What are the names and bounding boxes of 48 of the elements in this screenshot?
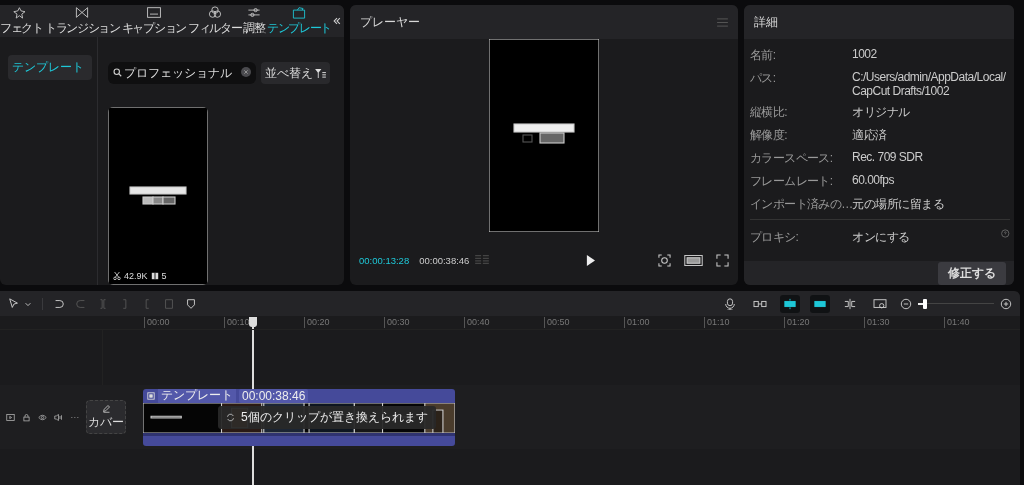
media-tab[interactable]: テンプレート: [265, 5, 333, 37]
usage-count: 42.9K: [124, 271, 148, 281]
ruler-label: 01:30: [864, 317, 944, 328]
search-field[interactable]: プロフェッショナル: [108, 62, 256, 84]
detail-label: 解像度:: [750, 127, 788, 144]
total-time: 00:00:38:46: [419, 254, 470, 266]
sort-button[interactable]: 並べ替え: [261, 62, 330, 84]
ruler-label: 00:50: [544, 317, 624, 328]
ruler-label: 00:20: [304, 317, 384, 328]
ruler-label: 00:30: [384, 317, 464, 328]
detail-value: C:/Users/admin/AppData/Local/ CapCut Drafts/1002: [852, 70, 1007, 98]
detail-value: 1002: [852, 47, 878, 61]
template-clip[interactable]: テンプレート 00:00:38:46 5個のクリップが置き換えられます: [143, 388, 455, 446]
current-time: 00:00:13:28: [359, 254, 410, 266]
sidebar-item[interactable]: テンプレート: [8, 55, 92, 80]
detail-label: 名前:: [750, 47, 777, 64]
detail-value: オンにする: [852, 229, 911, 246]
detail-value: Rec. 709 SDR: [852, 150, 924, 164]
media-tab[interactable]: フィルター: [186, 5, 243, 37]
template-card[interactable]: 42.9K 5: [108, 107, 208, 285]
detail-value: 60.00fps: [852, 173, 896, 187]
ruler-label: 01:10: [704, 317, 784, 328]
detail-label: プロキシ:: [750, 229, 800, 246]
replace-notice: 5個のクリップが置き換えられます: [218, 405, 436, 429]
detail-value: 元の場所に留まる: [852, 196, 945, 213]
ruler-label: 00:40: [464, 317, 544, 328]
modify-button[interactable]: 修正する: [938, 261, 1006, 285]
clip-duration: 00:00:38:46: [239, 388, 309, 403]
media-tab[interactable]: キャプション: [120, 5, 187, 37]
ruler-label: 01:00: [624, 317, 704, 328]
detail-label: 縦横比:: [750, 104, 788, 121]
detail-label: インポート済みの…: [750, 196, 852, 213]
panel-title: プレーヤー: [360, 13, 420, 31]
clip-name: テンプレート: [158, 388, 236, 404]
media-tab[interactable]: トランジション: [43, 5, 121, 37]
detail-value: 適応済: [852, 127, 888, 144]
media-tab[interactable]: 調整: [242, 5, 266, 37]
ruler-label: 01:20: [784, 317, 864, 328]
detail-label: フレームレート:: [750, 173, 834, 190]
media-tab[interactable]: フェクト: [0, 5, 44, 37]
ruler-label: 00:00: [144, 317, 224, 328]
cover-button[interactable]: カバー: [86, 400, 126, 434]
detail-label: パス:: [750, 70, 777, 87]
panel-title: 詳細: [754, 13, 778, 31]
clip-count: 5: [161, 271, 167, 281]
ruler-label: 01:40: [944, 317, 1020, 328]
detail-label: カラースペース:: [750, 150, 834, 167]
detail-value: オリジナル: [852, 104, 911, 121]
